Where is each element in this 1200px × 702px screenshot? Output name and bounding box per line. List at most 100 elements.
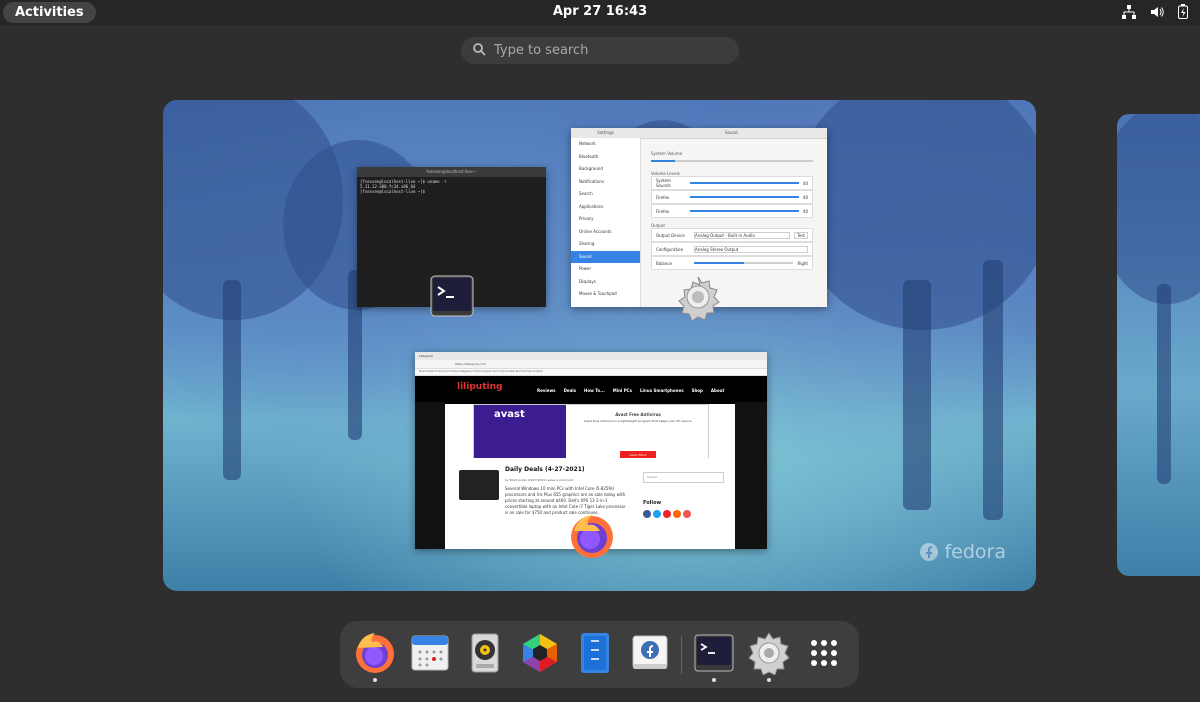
wallpaper-trunk bbox=[983, 260, 1003, 520]
sidebar-item-privacy[interactable]: Privacy bbox=[571, 213, 640, 226]
facebook-icon[interactable] bbox=[643, 510, 651, 518]
sound-panel: System Volume Volume Levels System Sound… bbox=[651, 146, 813, 270]
nav-about[interactable]: About bbox=[711, 388, 724, 393]
fedora-logo-icon bbox=[920, 543, 939, 561]
settings-sidebar: Network Bluetooth Background Notificatio… bbox=[571, 138, 641, 307]
ad-banner[interactable]: avast Avast Free Antivirus Avast Free An… bbox=[473, 404, 709, 464]
sidebar-item-displays[interactable]: Displays bbox=[571, 276, 640, 289]
text-editor-icon[interactable] bbox=[573, 631, 617, 675]
ad-text: Avast Free Antivirus is a lightweight pr… bbox=[583, 419, 693, 423]
sidebar-item-online-accounts[interactable]: Online Accounts bbox=[571, 226, 640, 239]
fedora-watermark: fedora bbox=[919, 541, 1006, 563]
email-icon[interactable] bbox=[683, 510, 691, 518]
next-workspace-thumbnail[interactable] bbox=[1117, 114, 1200, 576]
settings-icon[interactable] bbox=[747, 631, 791, 675]
running-indicator bbox=[712, 678, 716, 682]
volume-icon bbox=[1151, 6, 1164, 17]
color-picker-icon[interactable] bbox=[518, 631, 562, 675]
software-icon[interactable] bbox=[628, 631, 672, 675]
balance-right: Right bbox=[797, 260, 808, 266]
configuration-label: Configuration bbox=[656, 246, 684, 252]
settings-title: Settings bbox=[597, 130, 614, 135]
terminal-icon[interactable] bbox=[692, 631, 736, 675]
nav-deals[interactable]: Deals bbox=[564, 388, 576, 393]
level-value: 40 bbox=[802, 208, 808, 214]
site-search-input[interactable]: Search bbox=[643, 472, 724, 483]
terminal-output: [fsessen@localhost-live ~]$ uname -r 5.1… bbox=[360, 179, 543, 194]
clock[interactable]: Apr 27 16:43 bbox=[0, 4, 1200, 19]
article-image[interactable] bbox=[459, 470, 499, 500]
ad-title: Avast Free Antivirus bbox=[615, 412, 661, 417]
output-device-row[interactable]: Output Device Analog Output - Built-in Au… bbox=[651, 228, 813, 242]
output-device-label: Output Device bbox=[656, 232, 685, 238]
calendar-icon[interactable] bbox=[408, 631, 452, 675]
sidebar-item-bluetooth[interactable]: Bluetooth bbox=[571, 151, 640, 164]
running-indicator bbox=[373, 678, 377, 682]
search-icon bbox=[473, 43, 486, 56]
nav-minipcs[interactable]: Mini PCs bbox=[613, 388, 632, 393]
sidebar-item-notifications[interactable]: Notifications bbox=[571, 176, 640, 189]
level-value: 40 bbox=[802, 194, 808, 200]
sidebar-item-mouse[interactable]: Mouse & Touchpad bbox=[571, 288, 640, 301]
sidebar-item-background[interactable]: Background bbox=[571, 163, 640, 176]
sidebar-item-network[interactable]: Network bbox=[571, 138, 640, 151]
site-logo[interactable]: liliputing bbox=[457, 382, 502, 392]
youtube-icon[interactable] bbox=[663, 510, 671, 518]
sidebar-item-search[interactable]: Search bbox=[571, 188, 640, 201]
follow-heading: Follow bbox=[643, 500, 662, 506]
twitter-icon[interactable] bbox=[653, 510, 661, 518]
system-volume-slider[interactable] bbox=[651, 156, 813, 166]
test-button[interactable]: Test bbox=[794, 231, 808, 239]
app-grid-icon[interactable] bbox=[802, 631, 846, 675]
level-value: 40 bbox=[802, 180, 808, 186]
wallpaper-trunk bbox=[903, 280, 931, 510]
running-indicator bbox=[767, 678, 771, 682]
balance-label: Balance bbox=[656, 260, 672, 266]
search-entry[interactable]: Type to search bbox=[461, 37, 739, 64]
page-margin bbox=[735, 402, 767, 549]
workspace-thumbnail[interactable]: fsessen@localhost-live:~ [fsessen@localh… bbox=[163, 100, 1036, 591]
social-icons bbox=[643, 510, 691, 518]
nav-smartphones[interactable]: Linux Smartphones bbox=[640, 388, 684, 393]
ad-copy: Avast Free Antivirus Avast Free Antiviru… bbox=[574, 407, 702, 424]
panel-title: Sound bbox=[724, 130, 738, 135]
level-row[interactable]: Firefox 40 bbox=[651, 204, 813, 218]
article-title[interactable]: Daily Deals (4-27-2021) bbox=[505, 466, 585, 473]
balance-row[interactable]: Balance Right bbox=[651, 256, 813, 270]
rss-icon[interactable] bbox=[673, 510, 681, 518]
network-icon bbox=[1122, 4, 1136, 19]
search-placeholder: Type to search bbox=[494, 43, 589, 58]
browser-tab[interactable]: Lifeupnty bbox=[415, 352, 767, 360]
level-name: Firefox bbox=[656, 194, 670, 200]
url-bar[interactable]: https://lifeupnty.com bbox=[415, 360, 767, 369]
level-name: Firefox bbox=[656, 208, 670, 214]
level-name: System Sounds bbox=[656, 178, 671, 188]
sidebar-item-sharing[interactable]: Sharing bbox=[571, 238, 640, 251]
ad-brand: avast bbox=[494, 409, 525, 420]
terminal-titlebar[interactable]: fsessen@localhost-live:~ bbox=[357, 167, 546, 177]
dash bbox=[340, 621, 859, 688]
bookmarks-bar[interactable]: Most Visited Fedora Docs Fedora Magazine… bbox=[415, 369, 767, 376]
dash-separator bbox=[681, 636, 682, 674]
firefox-overlay-icon bbox=[571, 515, 613, 558]
firefox-icon[interactable] bbox=[353, 631, 397, 675]
configuration-select[interactable]: Analog Stereo Output bbox=[694, 245, 808, 253]
battery-icon bbox=[1178, 4, 1188, 19]
rhythmbox-icon[interactable] bbox=[463, 631, 507, 675]
nav-shop[interactable]: Shop bbox=[692, 388, 703, 393]
wallpaper-tree bbox=[1117, 114, 1200, 304]
sidebar-item-applications[interactable]: Applications bbox=[571, 201, 640, 214]
settings-overlay-icon bbox=[678, 276, 720, 320]
nav-reviews[interactable]: Reviews bbox=[537, 388, 556, 393]
nav-howto[interactable]: How To... bbox=[584, 388, 605, 393]
top-bar: Activities Apr 27 16:43 bbox=[0, 0, 1200, 25]
system-tray[interactable] bbox=[1122, 4, 1188, 19]
sidebar-item-power[interactable]: Power bbox=[571, 263, 640, 276]
fedora-wordmark: fedora bbox=[944, 541, 1006, 563]
level-row[interactable]: System Sounds 40 bbox=[651, 176, 813, 190]
output-device-select[interactable]: Analog Output - Built-in Audio bbox=[694, 231, 791, 239]
configuration-row[interactable]: Configuration Analog Stereo Output bbox=[651, 242, 813, 256]
terminal-overlay-icon bbox=[430, 275, 474, 317]
level-row[interactable]: Firefox 40 bbox=[651, 190, 813, 204]
sidebar-item-sound[interactable]: Sound bbox=[571, 250, 640, 263]
